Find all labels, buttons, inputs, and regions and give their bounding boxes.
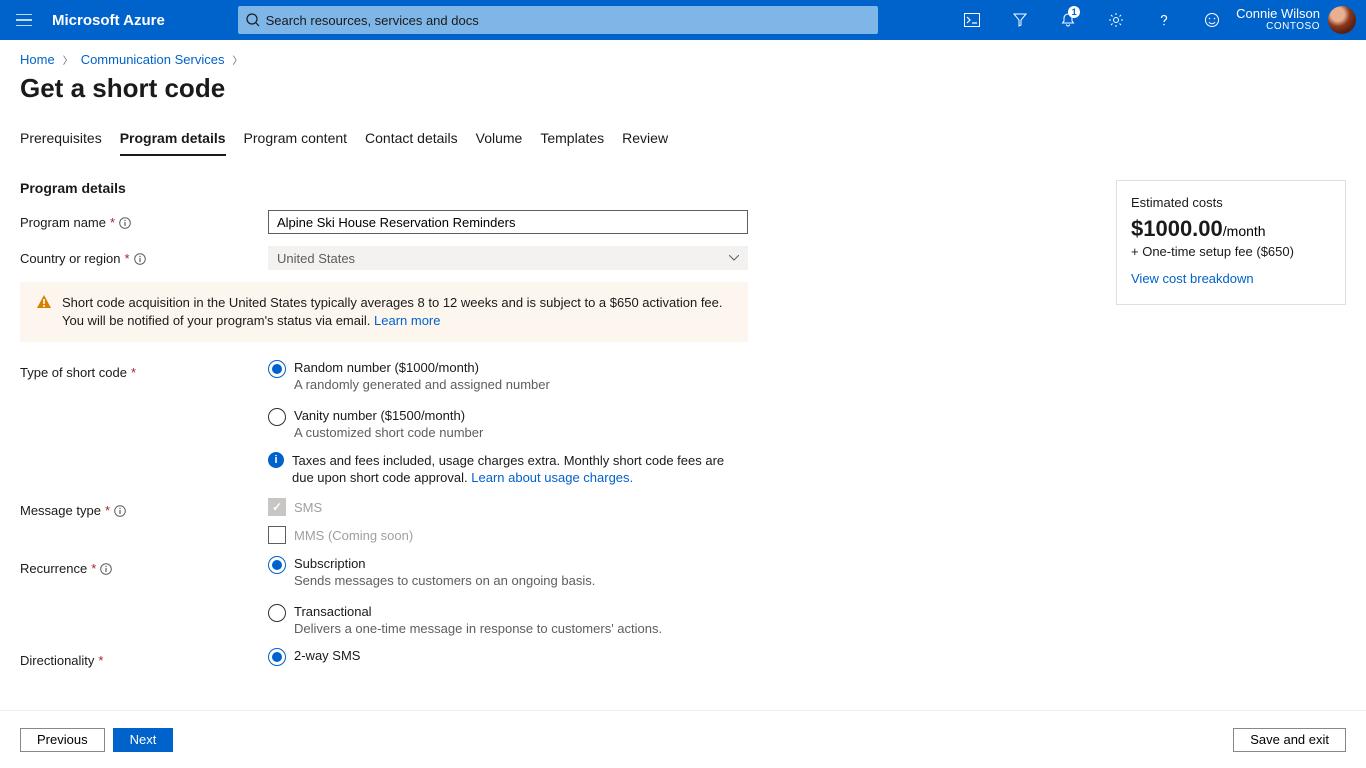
tab-volume[interactable]: Volume [476,130,523,156]
breadcrumb-home[interactable]: Home [20,52,55,67]
cost-period: /month [1223,223,1266,239]
usage-charges-link[interactable]: Learn about usage charges. [471,470,633,485]
user-name: Connie Wilson [1236,7,1320,21]
notif-badge: 1 [1068,6,1080,18]
checkbox-sms [268,498,286,516]
header-actions: 1 [948,0,1236,40]
avatar [1328,6,1356,34]
chevron-down-icon [729,255,739,261]
country-label: Country or region * [20,246,268,266]
message-type-label: Message type * [20,498,268,518]
cost-amount: $1000.00 [1131,216,1223,241]
directionality-label: Directionality* [20,648,268,668]
info-circle-icon: i [268,452,284,468]
program-name-label: Program name* [20,210,268,230]
info-icon[interactable] [114,505,126,517]
radio-subscription-label: Subscription [294,556,595,571]
radio-random-number[interactable] [268,360,286,378]
account-menu[interactable]: Connie Wilson CONTOSO [1236,6,1366,34]
radio-vanity-label: Vanity number ($1500/month) [294,408,483,423]
breadcrumb: Home 〉 Communication Services 〉 [20,52,1346,67]
brand-label: Microsoft Azure [48,12,238,29]
tab-prerequisites[interactable]: Prerequisites [20,130,102,156]
info-icon[interactable] [134,253,146,265]
radio-transactional[interactable] [268,604,286,622]
checkbox-mms [268,526,286,544]
filter-icon [1012,12,1028,28]
tab-templates[interactable]: Templates [540,130,604,156]
chevron-right-icon: 〉 [232,52,242,67]
settings-button[interactable] [1092,0,1140,40]
radio-random-desc: A randomly generated and assigned number [294,377,550,392]
radio-transactional-label: Transactional [294,604,662,619]
cloud-shell-button[interactable] [948,0,996,40]
radio-vanity-number[interactable] [268,408,286,426]
wizard-tabs: Prerequisites Program details Program co… [20,130,1346,156]
estimated-costs-card: Estimated costs $1000.00/month + One-tim… [1116,180,1346,305]
feedback-button[interactable] [1188,0,1236,40]
search-input[interactable] [266,13,870,28]
info-icon[interactable] [100,563,112,575]
notifications-button[interactable]: 1 [1044,0,1092,40]
view-cost-breakdown-link[interactable]: View cost breakdown [1131,271,1254,286]
directory-button[interactable] [996,0,1044,40]
radio-2way-sms[interactable] [268,648,286,666]
alert-learn-more-link[interactable]: Learn more [374,313,440,328]
save-and-exit-button[interactable]: Save and exit [1233,728,1346,752]
radio-subscription[interactable] [268,556,286,574]
radio-subscription-desc: Sends messages to customers on an ongoin… [294,573,595,588]
tab-program-details[interactable]: Program details [120,130,226,156]
tab-review[interactable]: Review [622,130,668,156]
menu-toggle[interactable] [0,14,48,26]
radio-2way-label: 2-way SMS [294,648,360,663]
info-icon[interactable] [119,217,131,229]
global-search[interactable] [238,6,878,34]
user-org: CONTOSO [1236,21,1320,33]
help-icon [1156,12,1172,28]
country-value: United States [277,251,355,266]
cost-setup-fee: + One-time setup fee ($650) [1131,244,1331,259]
smiley-icon [1204,12,1220,28]
search-icon [246,13,260,27]
tab-program-content[interactable]: Program content [244,130,348,156]
next-button[interactable]: Next [113,728,174,752]
cost-title: Estimated costs [1131,195,1331,210]
country-dropdown[interactable]: United States [268,246,748,270]
tab-contact-details[interactable]: Contact details [365,130,458,156]
help-button[interactable] [1140,0,1188,40]
checkbox-sms-label: SMS [294,500,322,515]
warning-icon [36,294,52,310]
hamburger-icon [16,14,32,26]
radio-transactional-desc: Delivers a one-time message in response … [294,621,662,636]
radio-random-label: Random number ($1000/month) [294,360,550,375]
checkbox-mms-label: MMS (Coming soon) [294,528,413,543]
page-title: Get a short code [20,73,1346,104]
previous-button[interactable]: Previous [20,728,105,752]
wizard-footer: Previous Next Save and exit [0,710,1366,768]
cloud-shell-icon [964,13,980,27]
breadcrumb-comm-services[interactable]: Communication Services [81,52,225,67]
main-content: Home 〉 Communication Services 〉 Get a sh… [0,40,1366,710]
top-header: Microsoft Azure 1 Connie Wilson C [0,0,1366,40]
recurrence-label: Recurrence* [20,556,268,576]
chevron-right-icon: 〉 [63,52,73,67]
acquisition-alert: Short code acquisition in the United Sta… [20,282,748,342]
radio-vanity-desc: A customized short code number [294,425,483,440]
program-name-input[interactable] [268,210,748,234]
type-label: Type of short code * [20,360,268,380]
gear-icon [1108,12,1124,28]
